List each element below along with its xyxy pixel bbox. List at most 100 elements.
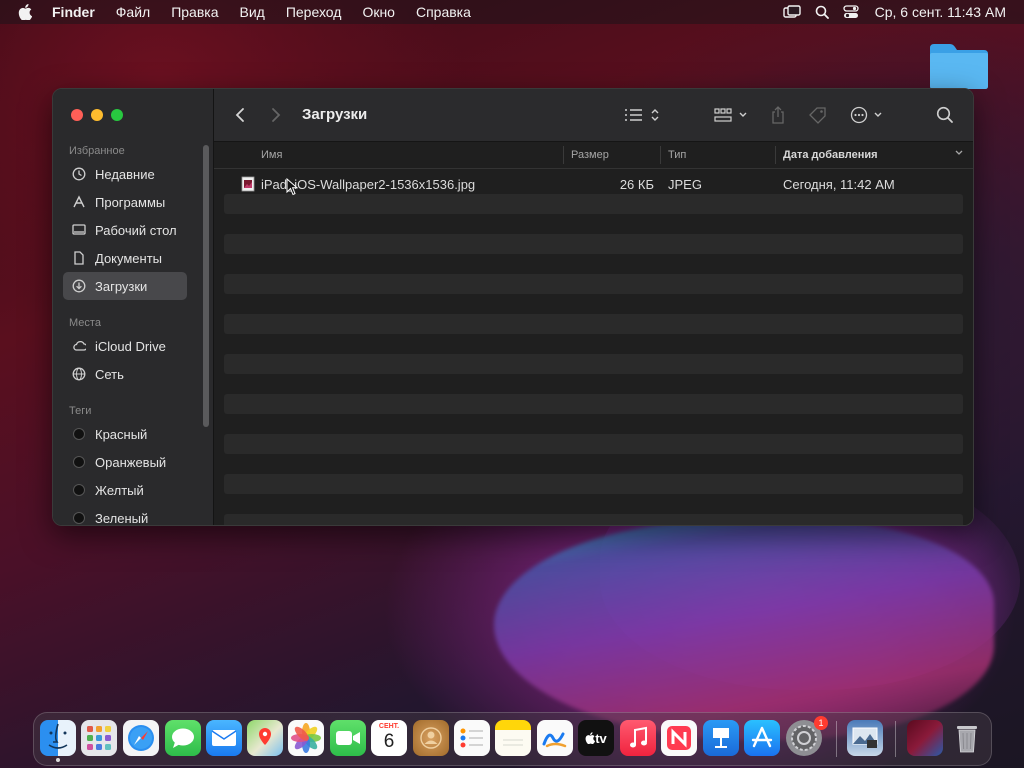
apple-tv-dock-icon[interactable]: tv xyxy=(578,720,614,756)
zoom-button[interactable] xyxy=(111,109,123,121)
sidebar-item-label: Желтый xyxy=(95,482,144,498)
column-size[interactable]: Размер xyxy=(571,149,609,161)
finder-window: Избранное Недавние Программы Рабочий сто… xyxy=(52,88,974,526)
desktop-folder-icon[interactable] xyxy=(928,40,990,90)
empty-row-stripe xyxy=(224,434,963,454)
photos-dock-icon[interactable] xyxy=(288,720,324,756)
sidebar-item-downloads[interactable]: Загрузки xyxy=(63,272,187,300)
search-icon[interactable] xyxy=(936,105,954,125)
keynote-dock-icon[interactable] xyxy=(703,720,739,756)
trash-icon[interactable] xyxy=(949,720,985,756)
cloud-icon xyxy=(72,339,86,353)
file-kind: JPEG xyxy=(668,177,702,192)
empty-row-stripe xyxy=(224,194,963,214)
control-center-icon[interactable] xyxy=(842,5,859,19)
preview-dock-icon[interactable] xyxy=(847,720,883,756)
dock: СЕНТ. 6 tv 1 xyxy=(33,712,992,766)
sidebar-section-favorites: Избранное xyxy=(69,145,125,157)
desktop-icon xyxy=(72,223,86,237)
list-view-icon[interactable] xyxy=(624,105,664,125)
sidebar-item-label: Сеть xyxy=(95,366,124,382)
table-row[interactable]: iPad_iOS-Wallpaper2-1536x1536.jpg 26 КБ … xyxy=(224,174,963,194)
group-by-icon[interactable] xyxy=(714,105,750,125)
sidebar-item-label: Оранжевый xyxy=(95,454,167,470)
sidebar-tag-red[interactable]: Красный xyxy=(63,420,187,448)
menu-view[interactable]: Вид xyxy=(240,4,265,20)
column-header: Имя Размер Тип Дата добавления xyxy=(214,142,973,169)
safari-dock-icon[interactable] xyxy=(123,720,159,756)
window-controls xyxy=(71,109,123,121)
news-dock-icon[interactable] xyxy=(661,720,697,756)
menu-go[interactable]: Переход xyxy=(286,4,342,20)
sidebar-tag-yellow[interactable]: Желтый xyxy=(63,476,187,504)
menu-file[interactable]: Файл xyxy=(116,4,150,20)
column-date-added[interactable]: Дата добавления xyxy=(783,149,878,161)
contacts-dock-icon[interactable] xyxy=(413,720,449,756)
dock-divider xyxy=(895,721,896,757)
sidebar-item-network[interactable]: Сеть xyxy=(63,360,187,388)
file-list: Имя Размер Тип Дата добавления iPad_iOS-… xyxy=(214,142,973,525)
sidebar-tag-orange[interactable]: Оранжевый xyxy=(63,448,187,476)
sidebar-section-tags: Теги xyxy=(69,405,92,417)
sidebar-section-locations: Места xyxy=(69,317,101,329)
sidebar-scrollbar[interactable] xyxy=(203,145,209,427)
close-button[interactable] xyxy=(71,109,83,121)
sidebar-item-label: Рабочий стол xyxy=(95,222,177,238)
calendar-month: СЕНТ. xyxy=(378,723,400,730)
empty-row-stripe xyxy=(224,314,963,334)
sidebar-item-label: Загрузки xyxy=(95,278,148,294)
notes-dock-icon[interactable] xyxy=(495,720,531,756)
file-date-added: Сегодня, 11:42 AM xyxy=(783,177,895,192)
back-chevron-icon[interactable] xyxy=(234,105,246,125)
network-icon xyxy=(72,367,86,381)
apple-menu-icon[interactable] xyxy=(18,4,38,20)
reminders-dock-icon[interactable] xyxy=(454,720,490,756)
menu-bar: Finder Файл Правка Вид Переход Окно Спра… xyxy=(0,0,1024,24)
sidebar-item-label: iCloud Drive xyxy=(95,338,166,354)
mail-dock-icon[interactable] xyxy=(206,720,242,756)
sidebar-item-documents[interactable]: Документы xyxy=(63,244,187,272)
menu-clock[interactable]: Ср, 6 сент. 11:43 AM xyxy=(875,4,1006,20)
facetime-dock-icon[interactable] xyxy=(330,720,366,756)
freeform-dock-icon[interactable] xyxy=(537,720,573,756)
column-name[interactable]: Имя xyxy=(261,149,282,161)
image-file-icon xyxy=(241,176,255,195)
screen-mirroring-icon[interactable] xyxy=(782,5,801,19)
menu-app-name[interactable]: Finder xyxy=(52,4,95,20)
document-icon xyxy=(72,251,86,265)
downloads-stack-icon[interactable] xyxy=(907,720,943,756)
app-store-dock-icon[interactable] xyxy=(744,720,780,756)
sidebar-item-icloud[interactable]: iCloud Drive xyxy=(63,332,187,360)
sidebar-item-label: Недавние xyxy=(95,166,155,182)
launchpad-dock-icon[interactable] xyxy=(81,720,117,756)
tag-dot-icon xyxy=(72,427,86,441)
sidebar: Избранное Недавние Программы Рабочий сто… xyxy=(53,89,214,525)
sidebar-item-applications[interactable]: Программы xyxy=(63,188,187,216)
more-actions-icon[interactable] xyxy=(850,105,886,125)
notification-badge: 1 xyxy=(814,716,828,730)
music-dock-icon[interactable] xyxy=(620,720,656,756)
spotlight-search-icon[interactable] xyxy=(815,5,829,19)
menu-help[interactable]: Справка xyxy=(416,4,471,20)
sort-chevron-icon[interactable] xyxy=(954,148,964,161)
messages-dock-icon[interactable] xyxy=(165,720,201,756)
maps-dock-icon[interactable] xyxy=(247,720,283,756)
empty-row-stripe xyxy=(224,354,963,374)
sidebar-item-label: Документы xyxy=(95,250,163,266)
calendar-dock-icon[interactable]: СЕНТ. 6 xyxy=(371,720,407,756)
sidebar-item-desktop[interactable]: Рабочий стол xyxy=(63,216,187,244)
sidebar-tag-green[interactable]: Зеленый xyxy=(63,504,187,525)
tag-dot-icon xyxy=(72,511,86,525)
menu-edit[interactable]: Правка xyxy=(171,4,218,20)
forward-chevron-icon[interactable] xyxy=(270,105,282,125)
minimize-button[interactable] xyxy=(91,109,103,121)
sidebar-item-recents[interactable]: Недавние xyxy=(63,160,187,188)
column-kind[interactable]: Тип xyxy=(668,149,686,161)
share-icon[interactable] xyxy=(770,105,786,125)
tag-icon[interactable] xyxy=(808,105,828,125)
empty-row-stripe xyxy=(224,394,963,414)
finder-dock-icon[interactable] xyxy=(40,720,76,756)
menu-window[interactable]: Окно xyxy=(362,4,395,20)
apple-tv-label: tv xyxy=(595,730,607,746)
wallpaper-swirl-highlight xyxy=(494,520,994,740)
